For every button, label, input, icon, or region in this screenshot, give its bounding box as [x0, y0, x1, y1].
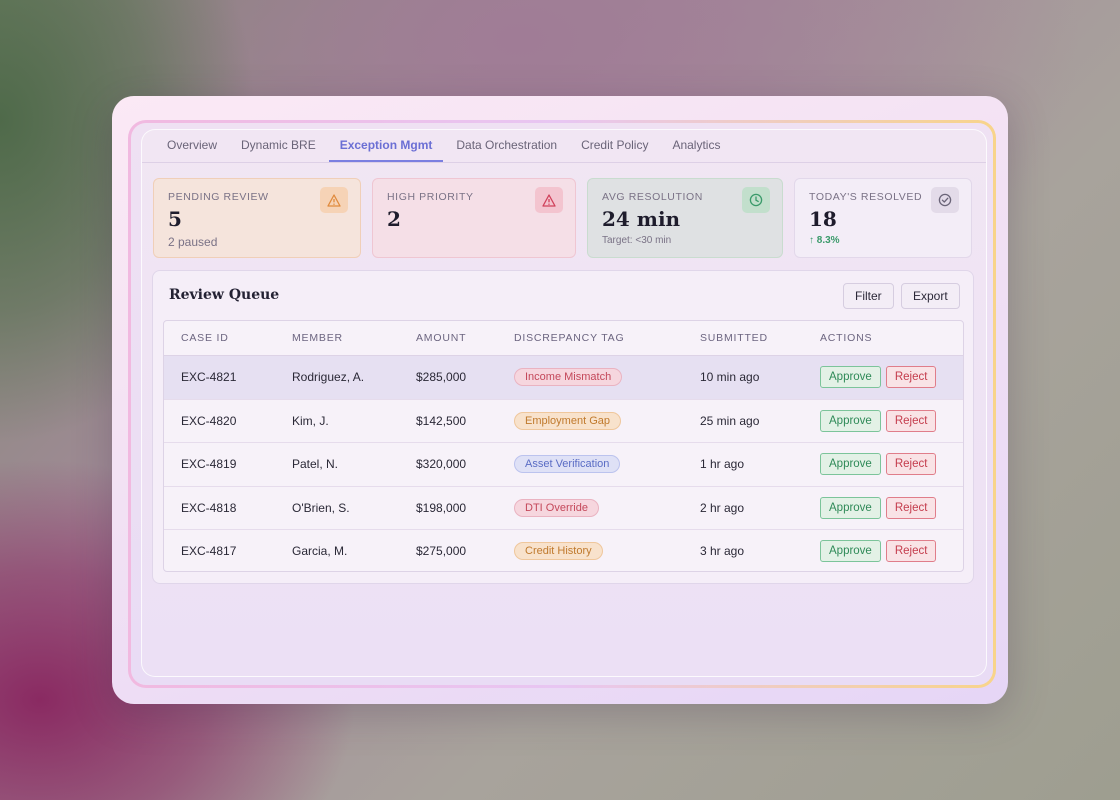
amount: $275,000: [416, 544, 467, 559]
amount: $142,500: [416, 413, 467, 428]
approve-button[interactable]: Approve: [820, 453, 881, 476]
reject-button[interactable]: Reject: [885, 540, 937, 563]
column-header: AMOUNT: [416, 332, 467, 344]
submitted-time: 10 min ago: [700, 370, 760, 385]
submitted-time: 3 hr ago: [700, 544, 745, 559]
column-header: ACTIONS: [820, 332, 873, 344]
stat-trend: ↑ 8.3%: [809, 235, 840, 246]
member-name: O'Brien, S.: [292, 500, 350, 515]
tab-bar: Overview Dynamic BRE Exception Mgmt Data…: [142, 130, 986, 163]
table-row[interactable]: EXC-4820 Kim, J. $142,500 Employment Gap…: [164, 400, 963, 443]
stat-card-high-priority: HIGH PRIORITY 2: [372, 178, 576, 258]
review-queue-card: Review Queue Filter Export CASE ID MEMBE…: [152, 270, 974, 584]
reject-button[interactable]: Reject: [885, 453, 937, 476]
column-header: DISCREPANCY TAG: [514, 332, 625, 344]
table-row[interactable]: EXC-4817 Garcia, M. $275,000 Credit Hist…: [164, 530, 963, 571]
stat-card-pending-review: PENDING REVIEW 5 2 paused: [153, 178, 361, 258]
app-frame: Overview Dynamic BRE Exception Mgmt Data…: [112, 96, 1008, 704]
reject-button[interactable]: Reject: [885, 366, 937, 389]
case-id: EXC-4820: [181, 413, 237, 428]
amount: $320,000: [416, 457, 467, 472]
stat-subtext: Target: <30 min: [602, 235, 672, 246]
table-header: CASE ID MEMBER AMOUNT DISCREPANCY TAG SU…: [164, 321, 963, 356]
discrepancy-tag: Income Mismatch: [514, 368, 623, 387]
app-window: Overview Dynamic BRE Exception Mgmt Data…: [128, 120, 996, 688]
reject-button[interactable]: Reject: [885, 409, 937, 432]
amount: $198,000: [416, 500, 467, 515]
stat-card-todays-resolved: TODAY'S RESOLVED 18 ↑ 8.3%: [794, 178, 972, 258]
filter-button[interactable]: Filter: [843, 283, 894, 309]
table-row[interactable]: EXC-4821 Rodriguez, A. $285,000 Income M…: [164, 356, 963, 400]
case-id: EXC-4819: [181, 457, 237, 472]
case-id: EXC-4817: [181, 544, 237, 559]
reject-button[interactable]: Reject: [885, 496, 937, 519]
alert-triangle-icon: [535, 187, 563, 213]
member-name: Rodriguez, A.: [292, 370, 365, 385]
check-circle-icon: [931, 187, 959, 213]
case-id: EXC-4821: [181, 370, 237, 385]
submitted-time: 2 hr ago: [700, 500, 745, 515]
table-row[interactable]: EXC-4819 Patel, N. $320,000 Asset Verifi…: [164, 443, 963, 487]
amount: $285,000: [416, 370, 467, 385]
warning-triangle-icon: [320, 187, 348, 213]
approve-button[interactable]: Approve: [820, 366, 881, 389]
discrepancy-tag: Employment Gap: [514, 411, 621, 430]
discrepancy-tag: DTI Override: [514, 498, 599, 517]
column-header: MEMBER: [292, 332, 343, 344]
submitted-time: 1 hr ago: [700, 457, 745, 472]
member-name: Kim, J.: [292, 413, 329, 428]
export-button[interactable]: Export: [901, 283, 960, 309]
approve-button[interactable]: Approve: [820, 540, 881, 563]
dashboard-panel: Overview Dynamic BRE Exception Mgmt Data…: [141, 129, 987, 677]
approve-button[interactable]: Approve: [820, 409, 881, 432]
column-header: SUBMITTED: [700, 332, 768, 344]
tab-credit-policy[interactable]: Credit Policy: [570, 130, 659, 162]
clock-icon: [742, 187, 770, 213]
submitted-time: 25 min ago: [700, 413, 760, 428]
tab-dynamic-bre[interactable]: Dynamic BRE: [230, 130, 327, 162]
table-row[interactable]: EXC-4818 O'Brien, S. $198,000 DTI Overri…: [164, 487, 963, 530]
tab-overview[interactable]: Overview: [156, 130, 228, 162]
section-title: Review Queue: [169, 287, 280, 303]
discrepancy-tag: Credit History: [514, 542, 603, 561]
stat-value: 5: [168, 207, 182, 231]
approve-button[interactable]: Approve: [820, 496, 881, 519]
tab-analytics[interactable]: Analytics: [661, 130, 731, 162]
stat-subtext: 2 paused: [168, 235, 218, 249]
stat-card-avg-resolution: AVG RESOLUTION 24 min Target: <30 min: [587, 178, 783, 258]
member-name: Garcia, M.: [292, 544, 348, 559]
tab-data-orchestration[interactable]: Data Orchestration: [445, 130, 568, 162]
column-header: CASE ID: [181, 332, 229, 344]
case-id: EXC-4818: [181, 500, 237, 515]
member-name: Patel, N.: [292, 457, 339, 472]
review-queue-table: CASE ID MEMBER AMOUNT DISCREPANCY TAG SU…: [163, 320, 964, 572]
discrepancy-tag: Asset Verification: [514, 455, 621, 474]
tab-exception-mgmt[interactable]: Exception Mgmt: [328, 130, 444, 162]
